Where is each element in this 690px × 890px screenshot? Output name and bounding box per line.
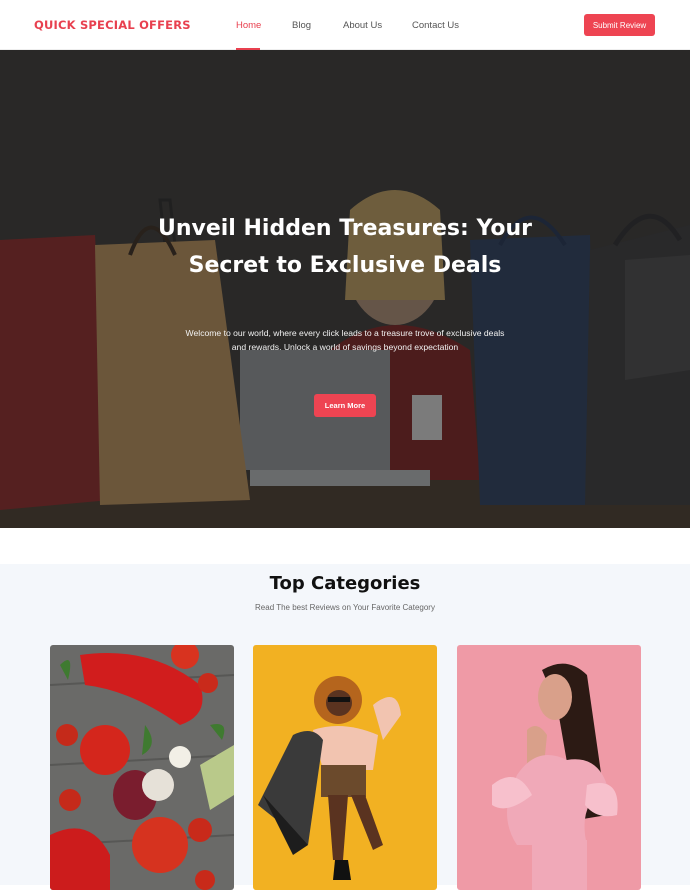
learn-more-button[interactable]: Learn More [314, 394, 376, 417]
section-subtitle: Read The best Reviews on Your Favorite C… [255, 603, 435, 612]
nav-link-about-us[interactable]: About Us [343, 20, 382, 31]
hero-section: Unveil Hidden Treasures: Your Secret to … [0, 50, 690, 528]
top-navbar: QUICK SPECIAL OFFERS Home Blog About Us … [0, 0, 690, 50]
category-card-fashion[interactable] [253, 645, 437, 890]
brand-logo[interactable]: QUICK SPECIAL OFFERS [34, 18, 191, 32]
nav-link-home[interactable]: Home [236, 20, 261, 31]
category-card-beauty[interactable] [457, 645, 641, 890]
hero-description: Welcome to our world, where every click … [185, 328, 505, 352]
nav-link-contact-us[interactable]: Contact Us [412, 20, 459, 31]
submit-review-button[interactable]: Submit Review [584, 14, 655, 36]
vegetables-image [50, 645, 234, 890]
hero-title: Unveil Hidden Treasures: Your Secret to … [157, 216, 533, 278]
section-title: Top Categories [269, 573, 421, 594]
category-card-food[interactable] [50, 645, 234, 890]
fashion-image [253, 645, 437, 890]
top-categories-section: Top Categories Read The best Reviews on … [0, 564, 690, 890]
nav-link-blog[interactable]: Blog [292, 20, 311, 31]
hero-dark-overlay [0, 50, 690, 528]
beauty-image [457, 645, 641, 890]
